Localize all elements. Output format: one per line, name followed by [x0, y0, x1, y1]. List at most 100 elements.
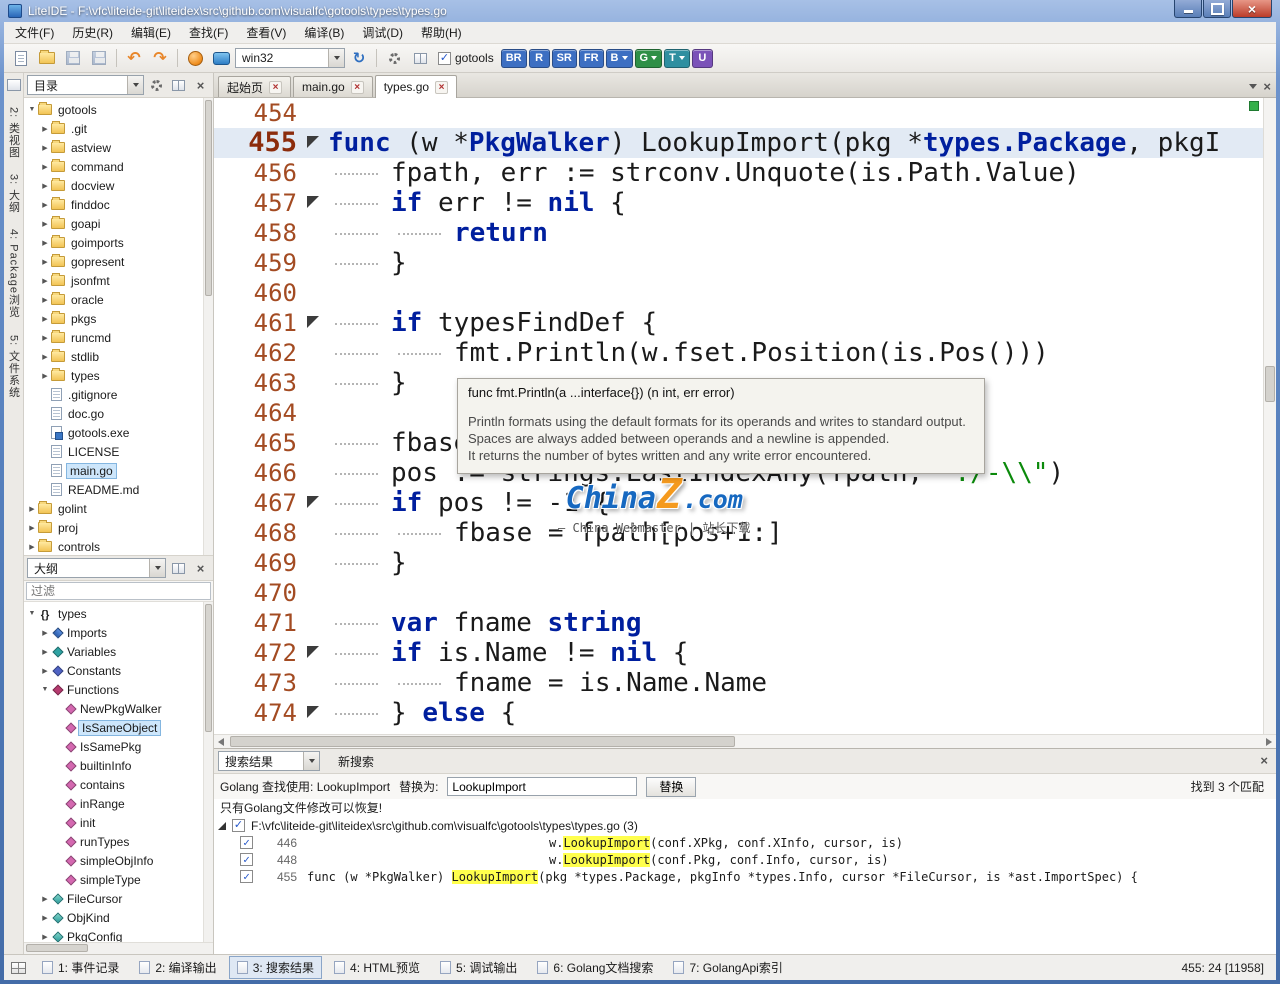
menu-item[interactable]: 帮助(H)	[412, 22, 471, 43]
directory-close-button[interactable]	[191, 76, 210, 95]
scrollbar-thumb[interactable]	[1265, 366, 1275, 402]
file-tree-row[interactable]: ▶golint	[24, 499, 213, 518]
expand-arrow-icon[interactable]: ▶	[39, 201, 51, 209]
back-history-button[interactable]	[122, 46, 146, 70]
scrollbar-thumb[interactable]	[205, 100, 212, 296]
code-line[interactable]: 472if is.Name != nil {	[214, 638, 1276, 668]
browser-button[interactable]	[183, 46, 207, 70]
outline-row[interactable]: simpleType	[24, 870, 213, 889]
menu-item[interactable]: 编译(B)	[295, 22, 353, 43]
code-line[interactable]: 474} else {	[214, 698, 1276, 728]
file-tree-row[interactable]: gotools.exe	[24, 423, 213, 442]
code-line[interactable]: 469}	[214, 548, 1276, 578]
close-panel-button[interactable]	[1260, 753, 1268, 768]
file-tree-row[interactable]: ▶oracle	[24, 290, 213, 309]
fold-marker-icon[interactable]	[307, 496, 319, 508]
menu-item[interactable]: 查找(F)	[180, 22, 237, 43]
tab-close-icon[interactable]: ×	[351, 81, 364, 94]
sidebar-hscrollbar[interactable]	[24, 942, 213, 954]
line-number[interactable]: 460	[214, 278, 302, 308]
line-number[interactable]: 464	[214, 398, 302, 428]
code-line[interactable]: 460	[214, 278, 1276, 308]
replace-input[interactable]	[447, 777, 637, 796]
run-button-r[interactable]: R	[529, 49, 550, 68]
file-checkbox[interactable]	[232, 819, 245, 832]
code-line[interactable]: 459}	[214, 248, 1276, 278]
scrollbar-thumb[interactable]	[26, 944, 88, 952]
code-line[interactable]: 461if typesFindDef {	[214, 308, 1276, 338]
file-tree-row[interactable]: ▶runcmd	[24, 328, 213, 347]
outline-row[interactable]: simpleObjInfo	[24, 851, 213, 870]
expand-arrow-icon[interactable]: ▶	[26, 524, 38, 532]
output-tab[interactable]: 7: GolangApi索引	[665, 956, 790, 979]
file-tree-row[interactable]: ▶command	[24, 157, 213, 176]
file-tree-row[interactable]: ▶pkgs	[24, 309, 213, 328]
line-number[interactable]: 454	[214, 98, 302, 128]
menu-item[interactable]: 文件(F)	[6, 22, 63, 43]
output-tab[interactable]: 6: Golang文档搜索	[529, 956, 661, 979]
expand-arrow-icon[interactable]: ▶	[39, 667, 51, 675]
expand-arrow-icon[interactable]: ▶	[39, 296, 51, 304]
outline-row[interactable]: ▶PkgConfig	[24, 927, 213, 942]
settings-button[interactable]	[382, 46, 406, 70]
search-result-row[interactable]: 455func (w *PkgWalker) LookupImport(pkg …	[218, 868, 1276, 885]
run-button-b[interactable]: B	[606, 49, 633, 68]
titlebar[interactable]: LiteIDE - F:\vfc\liteide-git\liteidex\sr…	[0, 0, 1280, 22]
new-file-button[interactable]	[9, 46, 33, 70]
output-tab[interactable]: 1: 事件记录	[34, 956, 127, 979]
file-tree-row[interactable]: ▶stdlib	[24, 347, 213, 366]
outline-row[interactable]: ▶Imports	[24, 623, 213, 642]
menu-item[interactable]: 调试(D)	[353, 22, 412, 43]
line-number[interactable]: 455	[214, 128, 302, 158]
gotools-checkbox[interactable]: gotools	[434, 51, 498, 65]
side-strip-tab[interactable]: 5: 文件系统	[6, 335, 22, 398]
outline-row[interactable]: NewPkgWalker	[24, 699, 213, 718]
code-line[interactable]: 462fmt.Println(w.fset.Position(is.Pos())…	[214, 338, 1276, 368]
fold-marker-icon[interactable]	[307, 136, 319, 148]
outline-row[interactable]: ▶FileCursor	[24, 889, 213, 908]
file-tree-row[interactable]: ▶astview	[24, 138, 213, 157]
close-button[interactable]	[1232, 0, 1272, 18]
outline-row[interactable]: ▼types	[24, 604, 213, 623]
output-panel-icon[interactable]	[11, 962, 26, 974]
code-line[interactable]: 454	[214, 98, 1276, 128]
line-number[interactable]: 469	[214, 548, 302, 578]
close-tab-icon[interactable]	[1263, 79, 1271, 94]
scroll-right-icon[interactable]	[1266, 738, 1272, 746]
scrollbar-thumb[interactable]	[205, 604, 212, 732]
code-line[interactable]: 458return	[214, 218, 1276, 248]
code-line[interactable]: 471var fname string	[214, 608, 1276, 638]
output-tab[interactable]: 2: 编译输出	[131, 956, 224, 979]
outline-tree-scrollbar[interactable]	[203, 602, 213, 942]
tab-list-icon[interactable]	[1249, 84, 1257, 89]
reload-env-button[interactable]	[347, 46, 371, 70]
scrollbar-thumb[interactable]	[230, 736, 735, 747]
code-line[interactable]: 473fname = is.Name.Name	[214, 668, 1276, 698]
file-tree-row[interactable]: README.md	[24, 480, 213, 499]
outline-close-button[interactable]	[191, 559, 210, 578]
search-result-row[interactable]: 448w.LookupImport(conf.Pkg, conf.Info, c…	[218, 851, 1276, 868]
expand-arrow-icon[interactable]: ▶	[39, 629, 51, 637]
file-tree-row[interactable]: ▶controls	[24, 537, 213, 556]
outline-row[interactable]: contains	[24, 775, 213, 794]
file-tree-row[interactable]: ▶gopresent	[24, 252, 213, 271]
expand-arrow-icon[interactable]: ▶	[39, 277, 51, 285]
code-editor[interactable]: 454455func (w *PkgWalker) LookupImport(p…	[214, 98, 1276, 734]
fold-marker-icon[interactable]	[307, 706, 319, 718]
fold-marker-icon[interactable]	[307, 646, 319, 658]
expand-arrow-icon[interactable]: ▶	[39, 144, 51, 152]
run-button-fr[interactable]: FR	[579, 49, 604, 68]
expand-arrow-icon[interactable]: ▼	[26, 106, 38, 113]
outline-row[interactable]: inRange	[24, 794, 213, 813]
line-number[interactable]: 462	[214, 338, 302, 368]
expand-arrow-icon[interactable]: ▶	[39, 182, 51, 190]
expand-arrow-icon[interactable]: ▶	[26, 543, 38, 551]
outline-row[interactable]: runTypes	[24, 832, 213, 851]
line-number[interactable]: 466	[214, 458, 302, 488]
new-search-button[interactable]: 新搜索	[330, 751, 382, 772]
line-number[interactable]: 468	[214, 518, 302, 548]
expand-arrow-icon[interactable]: ▼	[39, 686, 51, 693]
line-number[interactable]: 465	[214, 428, 302, 458]
code-line[interactable]: 470	[214, 578, 1276, 608]
outline-row[interactable]: init	[24, 813, 213, 832]
